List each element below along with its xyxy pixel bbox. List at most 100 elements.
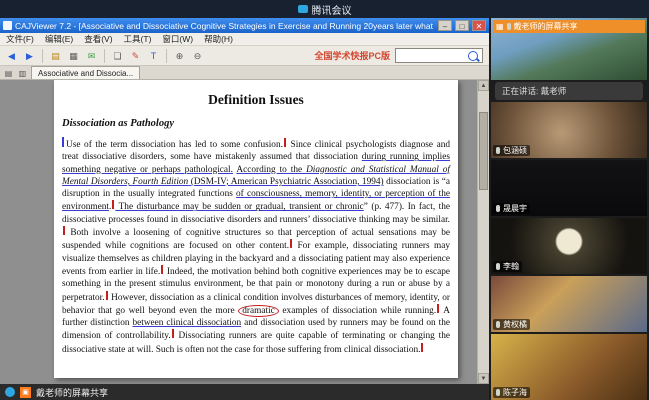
minimize-button[interactable]: – xyxy=(438,20,452,31)
cajviewer-app-icon xyxy=(3,21,12,30)
meeting-logo-icon xyxy=(5,387,15,397)
participants-panel: ▦ 戴老师的屏幕共享 正在讲话: 戴老师 包涵硕 晟晨宇 李翰 xyxy=(489,18,649,400)
meeting-title: 腾讯会议 xyxy=(312,2,352,17)
select-tool-icon[interactable]: ❏ xyxy=(110,49,125,63)
share-status-bar: ▣ 戴老师的屏幕共享 xyxy=(0,384,489,400)
pdf-page: Definition Issues Dissociation as Pathol… xyxy=(54,80,458,378)
speaking-indicator: 正在讲话: 戴老师 xyxy=(495,82,643,100)
meeting-camera-icon xyxy=(298,5,308,13)
underlined-text: The disturbance may be sudden or gradual… xyxy=(115,202,363,212)
annotation-red-mark xyxy=(172,329,174,338)
doc-section-title: Definition Issues xyxy=(62,92,450,108)
video-tile[interactable]: 陈子海 xyxy=(491,334,647,400)
participant-name: 晟晨宇 xyxy=(503,203,527,214)
annotation-red-mark xyxy=(161,265,163,274)
underlined-text: (DSM-IV; American Psychiatric Associatio… xyxy=(188,177,383,187)
doc-subsection-title: Dissociation as Pathology xyxy=(62,118,450,129)
toolbar-separator xyxy=(166,49,167,63)
scroll-up-icon[interactable]: ▲ xyxy=(478,80,489,91)
maximize-button[interactable]: □ xyxy=(455,20,469,31)
meeting-topbar: 腾讯会议 xyxy=(0,0,649,18)
text-tool-icon[interactable]: T xyxy=(146,49,161,63)
vertical-scrollbar[interactable]: ▲ ▼ xyxy=(477,80,489,384)
mic-icon xyxy=(496,205,500,212)
participant-name: 陈子海 xyxy=(503,387,527,398)
participant-name: 李翰 xyxy=(503,261,519,272)
mic-icon xyxy=(496,389,500,396)
participant-name-badge: 黄权橘 xyxy=(493,319,530,330)
annotation-red-mark xyxy=(437,304,439,313)
annotation-red-circle: dramatic xyxy=(238,305,279,317)
scroll-down-icon[interactable]: ▼ xyxy=(478,373,489,384)
video-tile-presenter[interactable]: ▦ 戴老师的屏幕共享 xyxy=(491,18,647,80)
close-button[interactable]: ✕ xyxy=(472,20,486,31)
share-badge-label: 戴老师的屏幕共享 xyxy=(514,21,578,32)
document-tab[interactable]: Associative and Dissocia... xyxy=(31,66,140,79)
window-title: CAJViewer 7.2 - [Associative and Dissoci… xyxy=(15,21,435,31)
mic-icon xyxy=(496,321,500,328)
participant-name-badge: 晟晨宇 xyxy=(493,203,530,214)
annotation-red-mark xyxy=(106,291,108,300)
video-tile[interactable]: 晟晨宇 xyxy=(491,160,647,216)
shared-screen-area: CAJViewer 7.2 - [Associative and Dissoci… xyxy=(0,18,489,400)
annotation-red-mark xyxy=(284,138,286,147)
annotate-icon[interactable]: ✎ xyxy=(128,49,143,63)
toolbar-search-input[interactable] xyxy=(396,50,468,61)
toolbar-search-box xyxy=(395,48,483,63)
annotation-blue-bar xyxy=(62,137,64,147)
video-tile[interactable]: 黄权橘 xyxy=(491,276,647,332)
menu-view[interactable]: 查看(V) xyxy=(84,33,112,45)
thumbnails-panel-icon[interactable]: ▤ xyxy=(3,68,14,79)
menu-edit[interactable]: 编辑(E) xyxy=(45,33,73,45)
participant-name-badge: 李翰 xyxy=(493,261,522,272)
underlined-text: between clinical dissociation xyxy=(132,318,241,328)
participant-name-badge: 陈子海 xyxy=(493,387,530,398)
annotation-red-mark xyxy=(290,239,292,248)
window-titlebar[interactable]: CAJViewer 7.2 - [Associative and Dissoci… xyxy=(0,18,489,33)
screen: 腾讯会议 CAJViewer 7.2 - [Associative and Di… xyxy=(0,0,649,400)
search-icon[interactable] xyxy=(468,51,478,61)
toolbar-separator xyxy=(104,49,105,63)
menu-tools[interactable]: 工具(T) xyxy=(124,33,152,45)
document-tab-label: Associative and Dissocia... xyxy=(38,69,133,78)
menu-window[interactable]: 窗口(W) xyxy=(162,33,193,45)
toolbar: ◀ ▶ ▤ ▦ ✉ ❏ ✎ T ⊕ ⊖ 全国学术快报PC版 xyxy=(0,46,489,66)
xueshu-kuaibao-banner[interactable]: 全国学术快报PC版 xyxy=(314,49,390,62)
menubar: 文件(F) 编辑(E) 查看(V) 工具(T) 窗口(W) 帮助(H) xyxy=(0,33,489,46)
text-segment: examples of dissociation while running. xyxy=(279,306,436,316)
document-tabstrip: ▤ ▥ Associative and Dissocia... xyxy=(0,66,489,80)
cajviewer-window: CAJViewer 7.2 - [Associative and Dissoci… xyxy=(0,18,489,384)
participant-name: 包涵硕 xyxy=(503,145,527,156)
bookmarks-panel-icon[interactable]: ▥ xyxy=(17,68,28,79)
screen-share-icon: ▣ xyxy=(20,387,31,398)
annotation-red-mark xyxy=(421,343,423,352)
mic-icon xyxy=(496,147,500,154)
video-tile[interactable]: 包涵硕 xyxy=(491,102,647,158)
menu-file[interactable]: 文件(F) xyxy=(6,33,34,45)
share-status-label: 戴老师的屏幕共享 xyxy=(36,386,108,399)
zoom-in-icon[interactable]: ⊕ xyxy=(172,49,187,63)
participant-name-badge: 包涵硕 xyxy=(493,145,530,156)
scrollbar-thumb[interactable] xyxy=(479,112,488,190)
underlined-text: According to the xyxy=(236,165,306,175)
print-icon[interactable]: ▦ xyxy=(66,49,81,63)
menu-help[interactable]: 帮助(H) xyxy=(204,33,233,45)
mic-icon xyxy=(496,263,500,270)
forward-icon[interactable]: ▶ xyxy=(22,49,37,63)
share-badge: ▦ 戴老师的屏幕共享 xyxy=(493,20,645,33)
toolbar-separator xyxy=(42,49,43,63)
annotation-red-mark xyxy=(63,226,65,235)
video-tile[interactable]: 李翰 xyxy=(491,218,647,274)
document-viewport[interactable]: Definition Issues Dissociation as Pathol… xyxy=(0,80,489,384)
back-icon[interactable]: ◀ xyxy=(4,49,19,63)
doc-body-paragraph: Use of the term dissociation has led to … xyxy=(62,137,450,356)
open-icon[interactable]: ▤ xyxy=(48,49,63,63)
mail-icon[interactable]: ✉ xyxy=(84,49,99,63)
participant-name: 黄权橘 xyxy=(503,319,527,330)
share-grid-icon: ▦ xyxy=(496,22,504,31)
text-segment: . xyxy=(109,202,111,212)
zoom-out-icon[interactable]: ⊖ xyxy=(190,49,205,63)
speaking-label: 正在讲话: 戴老师 xyxy=(502,85,566,97)
mic-icon xyxy=(507,23,511,30)
text-segment: Use of the term dissociation has led to … xyxy=(66,140,283,150)
